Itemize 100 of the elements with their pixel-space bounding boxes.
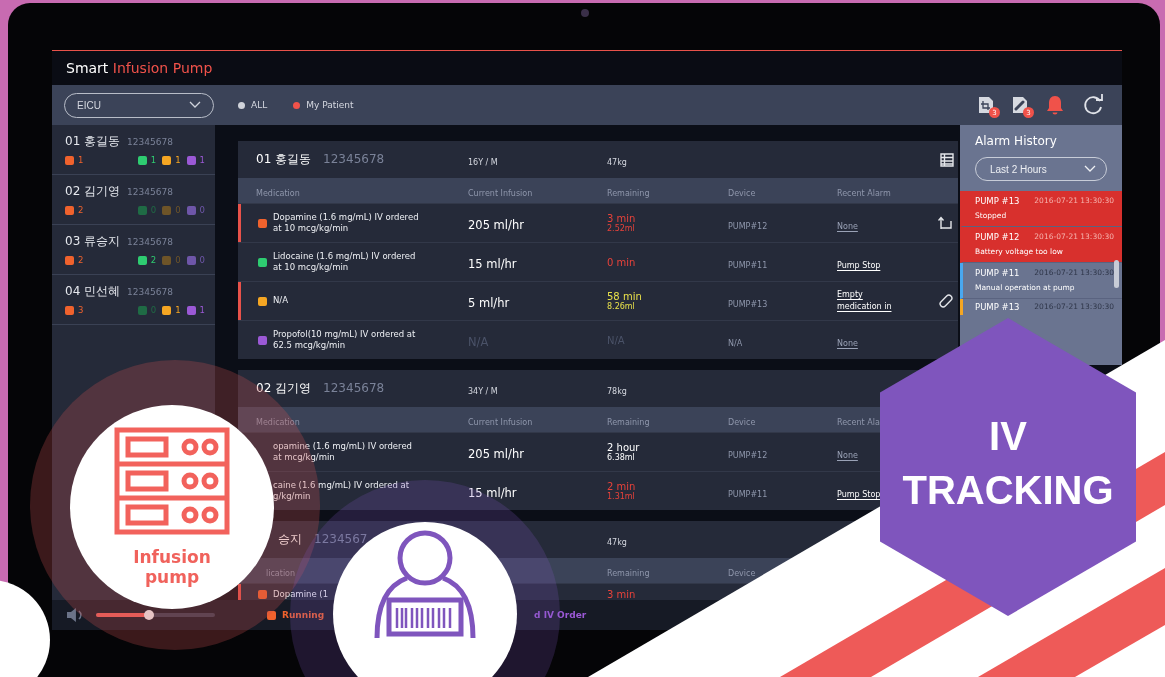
column-header: Recent Alarm [837,189,891,198]
medication-text: opamine (1.6 mg/mL) IV ordered at mcg/kg/min [272,440,413,464]
patient-name: 03 류승지 [65,233,121,250]
badge-label: Infusion pump [132,546,212,588]
alarm-link[interactable]: None [837,337,858,349]
chevron-down-icon [1084,165,1096,173]
patient-id: 12345678 [127,137,173,147]
patient-name: 승지 [278,531,302,548]
alarm-link[interactable]: Empty medication in [837,289,907,312]
remaining-volume: 8.26ml [607,302,635,311]
device-text: PUMP#12 [728,221,768,231]
remaining-volume: 2.52ml [607,224,635,233]
patient-name: 04 민선혜 [65,283,121,300]
count-text: 1 [199,305,205,315]
count-text: 1 [199,155,205,165]
count-text: 0 [175,255,181,265]
panel-title: Alarm History [974,133,1058,148]
column-header: Remaining [607,569,650,578]
weight-text: 47kg [607,538,627,547]
alarm-link[interactable]: None [837,220,858,232]
patient-name: 01 홍길동 [256,151,312,168]
count-text: 0 [199,205,205,215]
weight-text: 78kg [607,387,627,396]
column-header: Medication [256,418,300,427]
age-sex-text: 16Y / M [468,158,498,167]
scrollbar-thumb[interactable] [1114,260,1119,288]
device-text: PUMP#13 [728,299,768,309]
column-header: Recent Ala [837,418,880,427]
column-header: Current Infusion [468,418,533,427]
pump-name: PUMP #13 [975,196,1020,206]
patient-id: 12345678 [127,287,173,297]
legend-label: Running [282,610,325,620]
count-text: 0 [175,205,181,215]
medication-text: Dopamine (1.6 mg/mL) IV ordered at 10 mcg/kg/min [273,211,420,235]
count-text: 2 [78,255,84,265]
remaining-time: 3 min [607,589,636,600]
legend-label: d IV Order [534,610,587,620]
medication-text: Propofol(10 mg/mL) IV ordered at 62.5 mcg/kg/min [273,328,417,352]
remaining-time: 2 hour [607,442,640,453]
remaining-time: 58 min [607,291,642,302]
alarm-link[interactable]: Pump Stop [837,488,881,500]
badge-title: IV [989,413,1027,460]
count-text: 2 [150,255,157,265]
count-text: 1 [175,305,181,315]
alarm-link[interactable]: None [837,449,858,461]
bell-icon[interactable] [1046,95,1064,115]
alarm-link[interactable]: Pump Stop [837,259,881,271]
column-header: Remaining [607,189,650,198]
remaining-time: 2 min [607,481,636,492]
patient-list-item[interactable]: 03 류승지 12345678 2 2 0 0 [52,225,215,275]
pump-name: PUMP #13 [975,302,1020,312]
remaining-volume: 1.31ml [607,492,635,501]
column-header: Device [728,189,756,198]
patient-name: 01 홍길동 [65,133,121,150]
alert-bar [238,282,241,320]
volume-slider[interactable] [95,613,215,617]
patient-id: 12345678 [127,187,173,197]
weight-text: 47kg [607,158,627,167]
alert-bar [238,204,241,242]
pump-name: PUMP #11 [975,268,1020,278]
patient-name: 02 김기영 [65,183,121,200]
patient-id: 12345678 [323,152,385,166]
medication-text: caine (1.6 mg/mL) IV ordered at g/kg/min [272,479,411,503]
count-text: 1 [78,155,84,165]
document-link-icon[interactable] [1012,96,1028,114]
infusion-rate: 205 ml/hr [468,217,524,232]
age-sex-text: 34Y / M [468,387,498,396]
count-text: 1 [150,155,157,165]
device-text: PUMP#11 [728,260,768,270]
device-text: N/A [728,338,743,348]
column-header: Device [728,418,756,427]
remaining-volume: 6.38ml [607,453,635,462]
patient-id: 12345678 [323,381,385,395]
remaining-time: 3 min [607,213,636,224]
app-title: Smart Infusion Pump [66,60,213,76]
infusion-rate: 5 ml/hr [468,295,510,310]
device-text: PUMP#12 [728,450,768,460]
chevron-down-icon [189,101,201,109]
document-icon[interactable] [978,96,994,114]
pill-icon[interactable] [938,293,954,309]
table-icon[interactable] [940,152,954,167]
refresh-icon[interactable] [1082,94,1104,116]
medication-text: N/A [273,295,290,307]
filter-radio[interactable]: ALL [238,100,268,110]
patient-id: 1234567 [314,532,368,546]
patient-name: 02 김기영 [256,380,312,397]
infusion-rate: 205 ml/hr [468,446,524,461]
count-text: 3 [78,305,84,315]
medication-text: Lidocaine (1.6 mg/mL) IV ordered at 10 mcg/kg/min [273,250,417,274]
patient-list-item[interactable]: 01 홍길동 12345678 1 1 1 1 [52,125,215,175]
filter-radio[interactable]: My Patient [293,100,354,110]
column-header: Current Infusion [468,189,533,198]
swap-icon[interactable] [938,216,954,230]
badge-title: TRACKING [902,467,1114,514]
column-header: Medication [256,189,300,198]
patient-id: 12345678 [127,237,173,247]
column-header: Remaining [607,418,650,427]
infusion-rate: 15 ml/hr [468,256,517,271]
infusion-rate: 15 ml/hr [468,485,517,500]
remaining-time: 0 min [607,256,636,268]
